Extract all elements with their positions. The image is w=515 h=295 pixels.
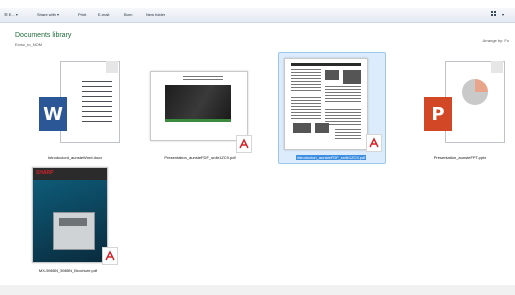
brochure-brand-label: SHARP	[36, 170, 54, 176]
share-with-label: Share with	[37, 12, 56, 17]
file-tile[interactable]: Presentation_aunsteFDF_srdtr1ZC9.pdf	[140, 55, 260, 163]
file-name: Introduciont_aunsteWord.docx	[47, 155, 103, 160]
file-tile[interactable]: W Introduciont_aunsteWord.docx	[20, 55, 130, 163]
word-logo-icon: W	[39, 97, 67, 131]
file-name: Presentation_aunsteFPT.pptx	[433, 155, 487, 160]
file-tile[interactable]: P Presentation_aunsteFPT.pptx	[410, 55, 515, 163]
arrange-by-dropdown[interactable]: Arrange by: Fo	[483, 38, 509, 43]
chevron-down-icon: ▾	[15, 12, 18, 17]
word-icon: W	[20, 55, 130, 151]
powerpoint-logo-icon: P	[424, 97, 452, 131]
explorer-window: ☰ E... ▾ Share with ▾ Print E-mail Burn …	[0, 0, 515, 295]
powerpoint-icon: P	[410, 55, 510, 151]
file-tile[interactable]: SHARP MX-5965N_5985N_Brochure.pdf	[20, 165, 130, 277]
pdf-icon	[102, 247, 118, 265]
pie-chart-icon	[462, 79, 488, 105]
pdf-thumbnail	[140, 55, 260, 153]
command-bar: ☰ E... ▾ Share with ▾ Print E-mail Burn …	[0, 8, 515, 23]
print-button[interactable]: Print	[78, 12, 86, 17]
chevron-down-icon[interactable]: ▾	[502, 12, 504, 17]
view-options-icon[interactable]	[491, 11, 497, 17]
file-name: Presentation_aunsteFDF_srdtr1ZC9.pdf	[164, 155, 236, 160]
email-button[interactable]: E-mail	[98, 12, 109, 17]
file-name: MX-5965N_5985N_Brochure.pdf	[38, 268, 98, 273]
chevron-down-icon: ▾	[57, 12, 60, 17]
pdf-icon	[366, 134, 382, 152]
burn-button[interactable]: Burn	[124, 12, 132, 17]
library-title: Documents library	[15, 32, 72, 39]
footer-area	[0, 285, 515, 295]
pdf-thumbnail: SHARP	[20, 165, 130, 265]
organize-label: ☰ E...	[4, 12, 15, 17]
pdf-thumbnail	[278, 52, 386, 152]
file-name: Introducton_aunsteFDF_srdtr1ZC9.pdf	[295, 155, 367, 160]
file-tile-selected[interactable]: Introducton_aunsteFDF_srdtr1ZC9.pdf	[278, 52, 386, 164]
library-location[interactable]: Ecrsc_to_NOM	[15, 42, 42, 47]
new-folder-button[interactable]: New folder	[146, 12, 165, 17]
pdf-icon	[236, 135, 252, 153]
share-with-button[interactable]: Share with ▾	[37, 12, 59, 17]
organize-button[interactable]: ☰ E... ▾	[4, 12, 18, 17]
